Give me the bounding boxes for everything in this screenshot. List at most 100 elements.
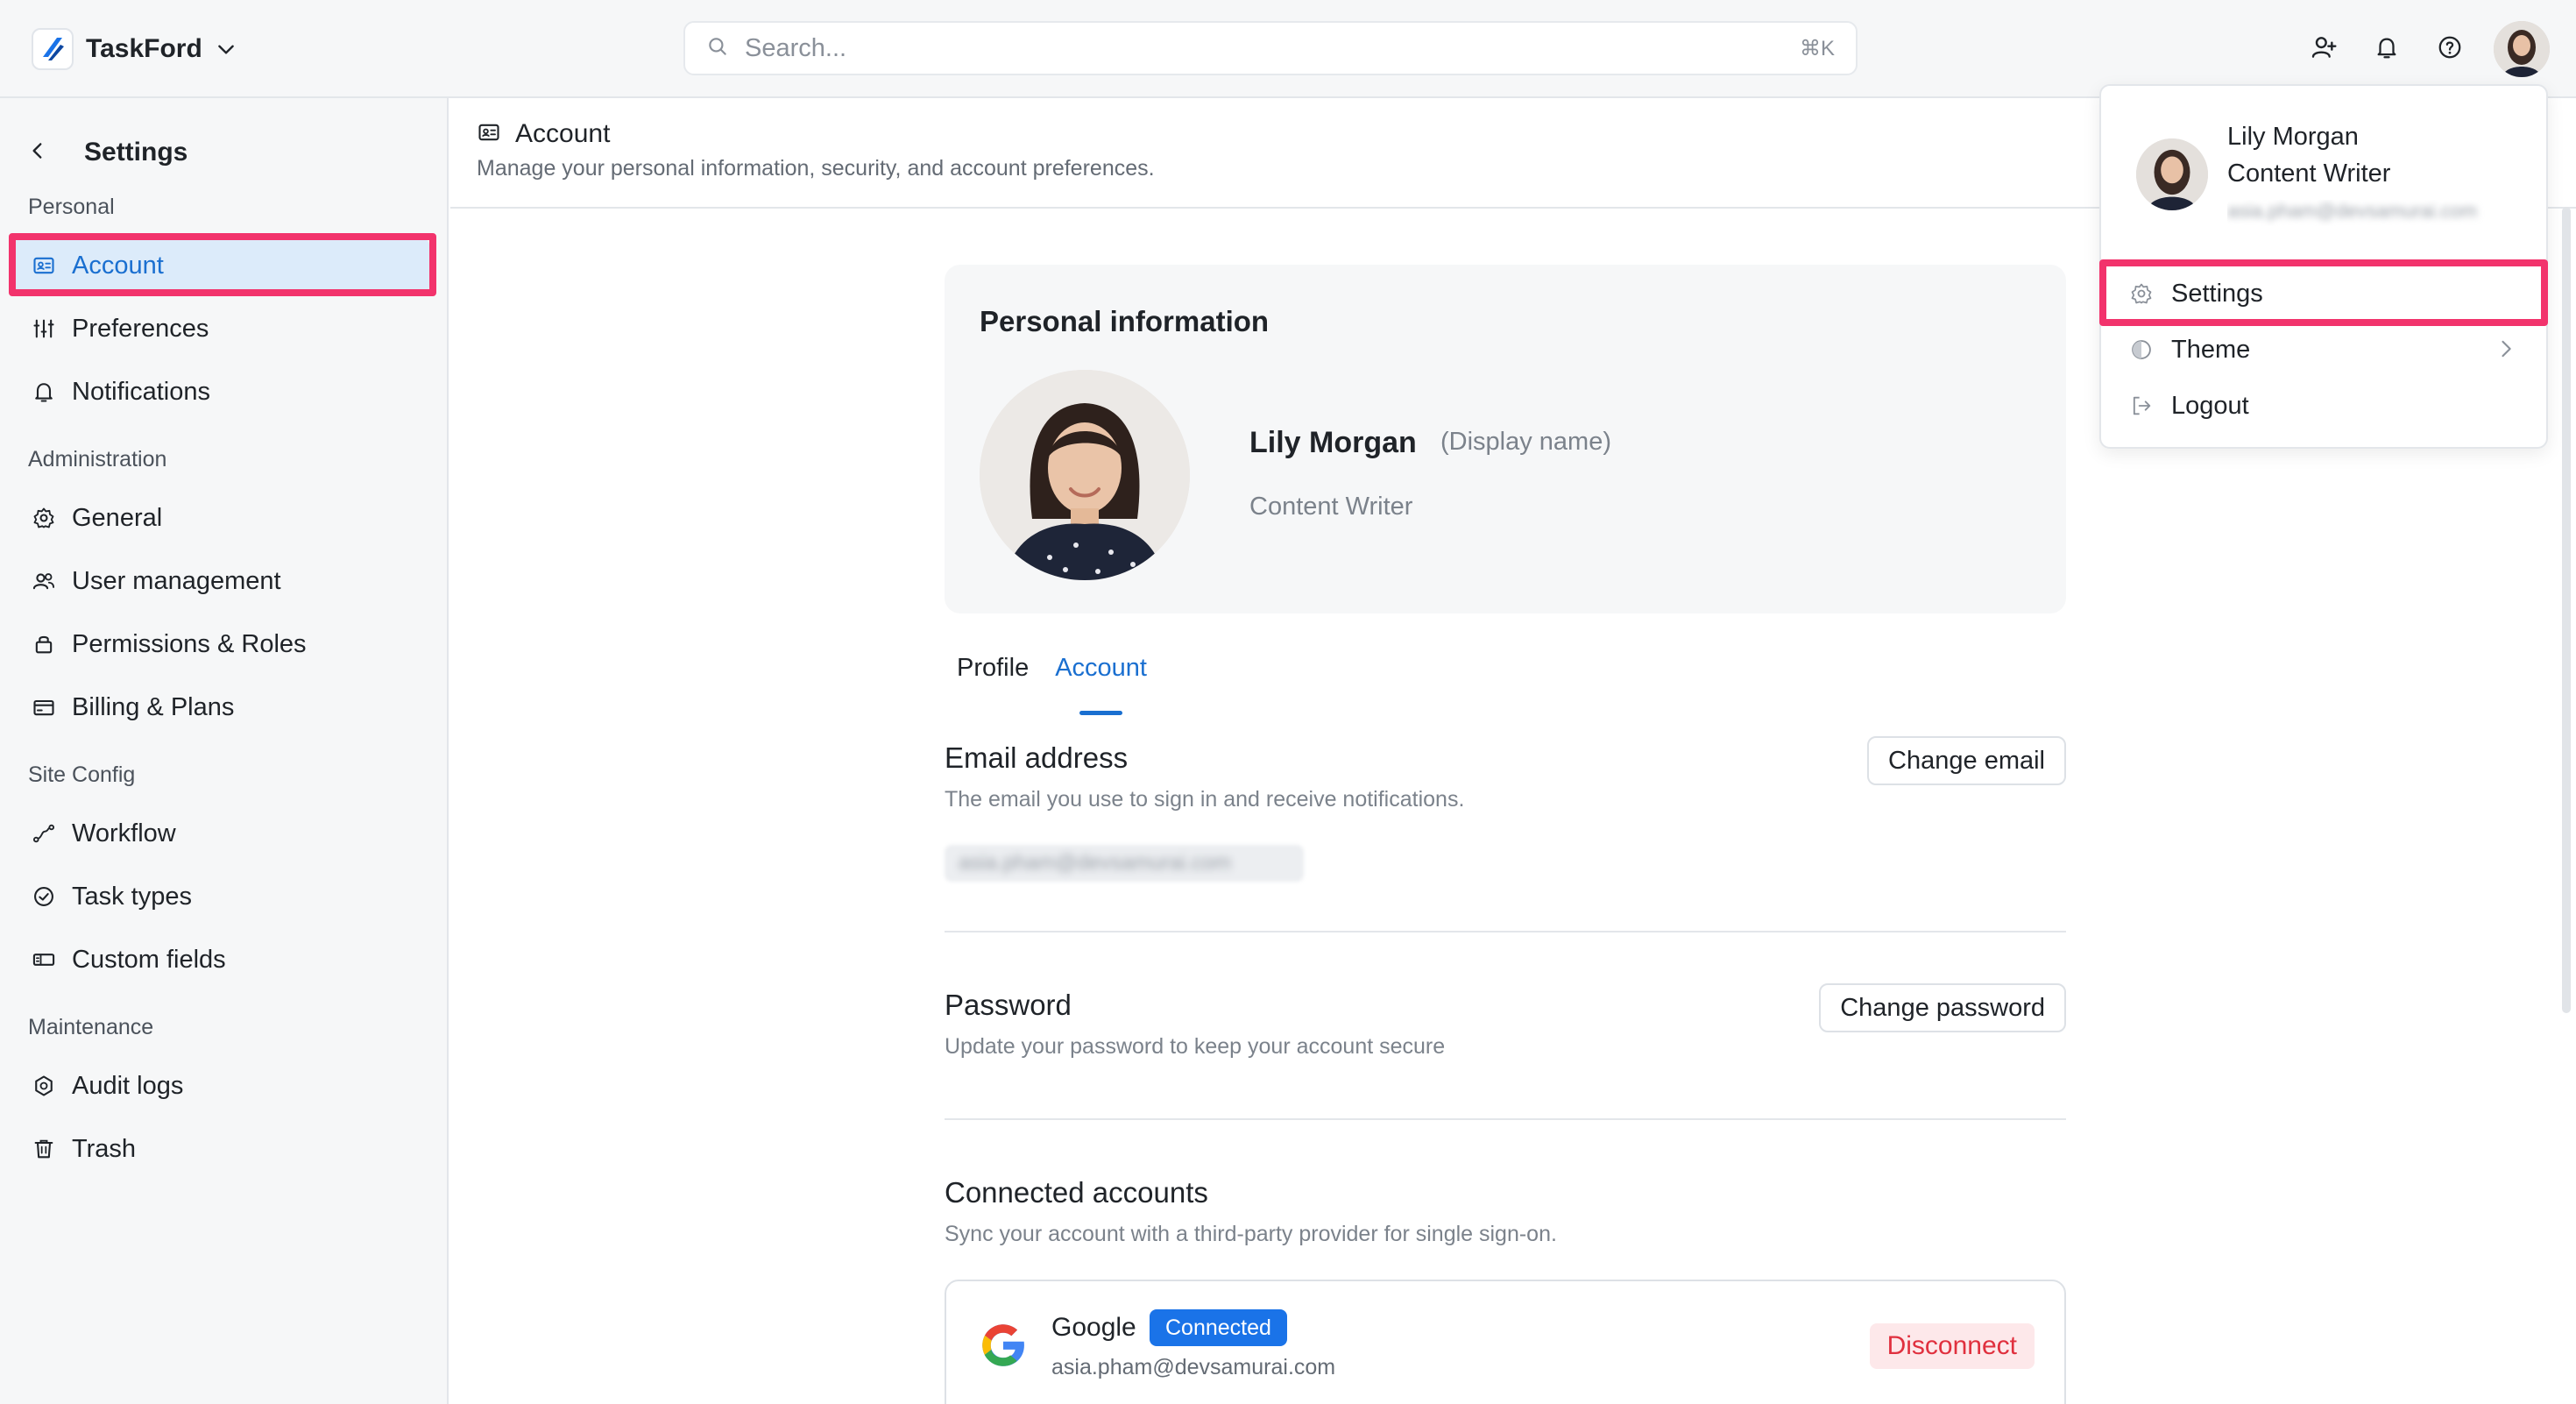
sidebar-item-label: Billing & Plans: [72, 692, 235, 721]
sidebar-item-label: Preferences: [72, 314, 209, 343]
status-badge: Connected: [1150, 1309, 1287, 1346]
content-scrollbar[interactable]: [2562, 207, 2571, 1013]
sidebar-header: Settings: [26, 130, 188, 175]
sidebar-item-label: Task types: [72, 882, 192, 911]
provider-name: Google: [1051, 1313, 1136, 1342]
menu-avatar: [2136, 138, 2208, 210]
menu-item-label: Settings: [2171, 279, 2263, 308]
page-title-row: Account: [477, 119, 610, 149]
app-window: TaskFord ⌘K: [0, 0, 2576, 1404]
id-card-icon: [30, 252, 58, 280]
sidebar-item-trash[interactable]: Trash: [14, 1122, 429, 1176]
profile-avatar[interactable]: [980, 370, 1190, 580]
google-connection-card: Google Connected asia.pham@devsamurai.co…: [945, 1280, 2066, 1404]
section-label-site-config: Site Config: [28, 762, 136, 787]
sidebar-item-user-management[interactable]: User management: [14, 554, 429, 608]
trash-icon: [30, 1135, 58, 1163]
disconnect-button[interactable]: Disconnect: [1869, 1323, 2035, 1369]
menu-item-label: Logout: [2171, 391, 2249, 420]
connected-accounts-section: Connected accounts Sync your account wit…: [945, 1176, 2066, 1247]
sidebar-item-label: Custom fields: [72, 945, 226, 974]
credit-card-icon: [30, 693, 58, 721]
back-button[interactable]: [26, 139, 49, 167]
help-button[interactable]: [2425, 25, 2474, 74]
menu-user-email: asia.pham@devsamurai.com: [2227, 200, 2478, 222]
tab-account[interactable]: Account: [1053, 650, 1149, 715]
workspace-switcher[interactable]: TaskFord: [32, 26, 237, 72]
chevron-down-icon: [215, 38, 237, 60]
profile-photo: [980, 370, 1190, 580]
sidebar-item-account[interactable]: Account: [14, 238, 429, 293]
sidebar-title: Settings: [84, 138, 188, 167]
top-actions: [2285, 21, 2550, 77]
user-avatar-button[interactable]: [2494, 21, 2550, 77]
taskford-logo-icon: [32, 28, 74, 70]
gear-icon: [30, 504, 58, 532]
connected-accounts-title: Connected accounts: [945, 1176, 1208, 1209]
sidebar-item-custom-fields[interactable]: Custom fields: [14, 932, 429, 987]
bell-icon: [2374, 34, 2400, 65]
connected-email: asia.pham@devsamurai.com: [1051, 1355, 1336, 1379]
lock-icon: [30, 630, 58, 658]
workflow-icon: [30, 819, 58, 847]
sidebar-item-label: Trash: [72, 1134, 137, 1163]
display-name: Lily Morgan: [1249, 426, 1417, 459]
email-value-redacted: asia.pham@devsamurai.com: [945, 845, 1304, 882]
sidebar-item-label: Notifications: [72, 377, 210, 406]
section-label-maintenance: Maintenance: [28, 1015, 154, 1039]
notifications-button[interactable]: [2362, 25, 2411, 74]
menu-item-settings[interactable]: Settings: [2122, 268, 2530, 319]
section-divider: [945, 931, 2066, 932]
bell-icon: [30, 378, 58, 406]
personal-info-title: Personal information: [980, 305, 1270, 337]
sidebar-item-general[interactable]: General: [14, 491, 429, 545]
tab-profile[interactable]: Profile: [955, 650, 1030, 703]
search-bar[interactable]: ⌘K: [683, 21, 1858, 75]
page-subtitle: Manage your personal information, securi…: [477, 156, 1155, 181]
section-label-personal: Personal: [28, 195, 115, 219]
theme-icon: [2127, 336, 2155, 364]
sidebar-item-label: User management: [72, 566, 281, 595]
menu-item-theme[interactable]: Theme: [2122, 324, 2530, 375]
email-section: Email address The email you use to sign …: [945, 736, 2066, 882]
search-icon: [706, 35, 729, 62]
menu-user-name: Lily Morgan: [2227, 123, 2359, 151]
add-user-icon: [2310, 33, 2338, 66]
display-name-hint: (Display name): [1440, 428, 1611, 456]
sidebar-item-task-types[interactable]: Task types: [14, 869, 429, 924]
avatar-image: [2136, 138, 2208, 210]
personal-info-card: Personal information Lily Morgan (Displa…: [945, 265, 2066, 613]
sidebar-item-label: Audit logs: [72, 1071, 184, 1100]
change-password-button[interactable]: Change password: [1819, 983, 2066, 1032]
users-icon: [30, 567, 58, 595]
sidebar-item-label: Account: [72, 251, 164, 280]
user-menu-dropdown: Lily Morgan Content Writer asia.pham@dev…: [2099, 84, 2548, 449]
job-title: Content Writer: [1249, 493, 1413, 521]
sidebar-item-notifications[interactable]: Notifications: [14, 365, 429, 419]
page-title: Account: [515, 119, 611, 148]
section-label-administration: Administration: [28, 447, 167, 472]
section-divider: [945, 1118, 2066, 1120]
password-section-desc: Update your password to keep your accoun…: [945, 1034, 1446, 1059]
menu-user-role: Content Writer: [2227, 160, 2391, 188]
sidebar-item-workflow[interactable]: Workflow: [14, 806, 429, 861]
avatar-image: [2494, 21, 2550, 77]
connected-accounts-desc: Sync your account with a third-party pro…: [945, 1222, 1557, 1246]
chevron-left-icon: [32, 142, 42, 159]
sidebar-item-billing-plans[interactable]: Billing & Plans: [14, 680, 429, 734]
check-circle-icon: [30, 883, 58, 911]
change-email-button[interactable]: Change email: [1867, 736, 2066, 785]
sidebar-item-permissions-roles[interactable]: Permissions & Roles: [14, 617, 429, 671]
email-section-desc: The email you use to sign in and receive…: [945, 787, 1465, 812]
invite-user-button[interactable]: [2299, 25, 2348, 74]
chevron-right-icon: [2494, 337, 2518, 365]
search-input[interactable]: [745, 33, 1800, 63]
shield-icon: [30, 1072, 58, 1100]
search-shortcut: ⌘K: [1799, 36, 1835, 60]
logout-icon: [2127, 392, 2155, 420]
account-tabs: Profile Account: [955, 650, 1171, 715]
menu-item-label: Theme: [2171, 335, 2251, 364]
sidebar-item-preferences[interactable]: Preferences: [14, 301, 429, 356]
menu-item-logout[interactable]: Logout: [2122, 380, 2530, 431]
sidebar-item-audit-logs[interactable]: Audit logs: [14, 1059, 429, 1113]
